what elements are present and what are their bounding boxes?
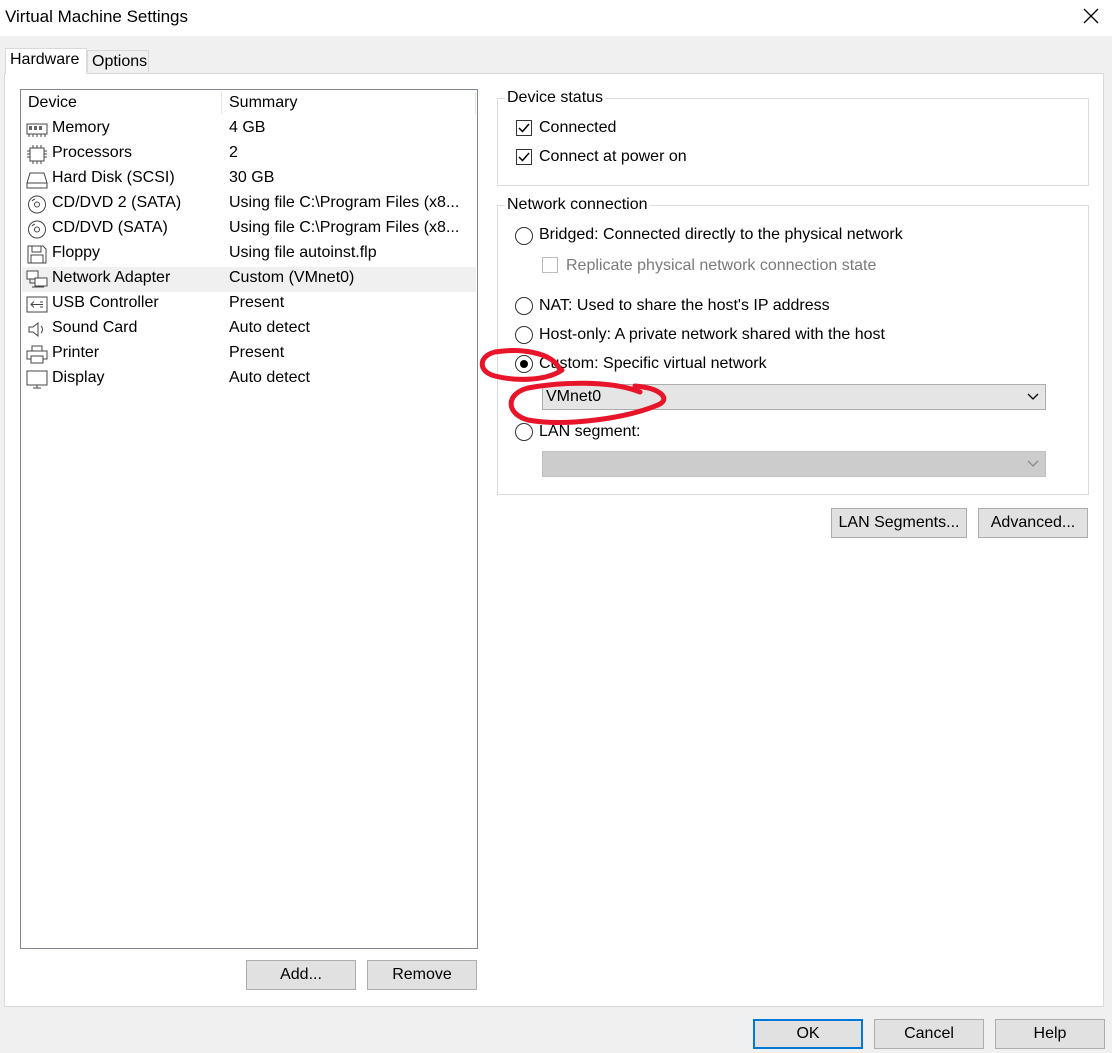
radio-selected-dot	[520, 360, 528, 368]
nat-radio[interactable]	[515, 297, 533, 315]
device-name: Network Adapter	[52, 269, 171, 286]
device-summary: Auto detect	[229, 319, 310, 336]
lan-segment-label: LAN segment:	[539, 423, 641, 440]
device-row-display[interactable]: Display Auto detect	[22, 367, 476, 392]
device-name: CD/DVD (SATA)	[52, 219, 168, 236]
memory-icon	[26, 123, 48, 137]
network-adapter-icon	[26, 270, 48, 288]
ok-button[interactable]: OK	[753, 1019, 863, 1049]
device-name: Hard Disk (SCSI)	[52, 169, 175, 186]
device-name: CD/DVD 2 (SATA)	[52, 194, 182, 211]
device-name: Memory	[52, 119, 110, 136]
device-summary: 30 GB	[229, 169, 275, 186]
connect-at-power-on-label: Connect at power on	[539, 148, 687, 165]
replicate-checkbox[interactable]	[542, 257, 558, 273]
window-title: Virtual Machine Settings	[5, 7, 189, 26]
device-row-cd-dvd[interactable]: CD/DVD (SATA) Using file C:\Program File…	[22, 217, 476, 242]
floppy-icon	[27, 245, 47, 264]
device-list[interactable]: Device Summary Memory 4 GB Processors 2 …	[20, 89, 478, 949]
device-summary: Present	[229, 344, 285, 361]
device-summary: 2	[229, 144, 238, 161]
bridged-label: Bridged: Connected directly to the physi…	[539, 226, 903, 243]
title-bar: Virtual Machine Settings	[0, 0, 1112, 36]
device-summary: Present	[229, 294, 285, 311]
chevron-down-icon	[1027, 393, 1039, 400]
connected-checkbox[interactable]	[516, 120, 532, 136]
checkmark-icon	[518, 152, 530, 162]
device-row-usb-controller[interactable]: USB Controller Present	[22, 292, 476, 317]
lan-segment-select[interactable]	[542, 451, 1046, 477]
device-row-memory[interactable]: Memory 4 GB	[22, 117, 476, 142]
device-row-sound-card[interactable]: Sound Card Auto detect	[22, 317, 476, 342]
usb-icon	[26, 296, 48, 313]
help-button[interactable]: Help	[995, 1019, 1105, 1049]
cd-dvd-icon	[28, 195, 46, 214]
remove-button[interactable]: Remove	[367, 960, 477, 990]
device-status-group: Device status	[497, 89, 1089, 186]
custom-network-value: VMnet0	[546, 388, 602, 405]
device-name: Floppy	[52, 244, 101, 261]
custom-label: Custom: Specific virtual network	[539, 355, 767, 372]
network-connection-legend: Network connection	[507, 196, 648, 213]
connected-label: Connected	[539, 119, 617, 136]
add-button[interactable]: Add...	[246, 960, 356, 990]
processor-icon	[27, 145, 47, 164]
device-name: Sound Card	[52, 319, 138, 336]
device-summary: 4 GB	[229, 119, 266, 136]
nat-label: NAT: Used to share the host's IP address	[539, 297, 830, 314]
device-row-floppy[interactable]: Floppy Using file autoinst.flp	[22, 242, 476, 267]
column-divider[interactable]	[475, 92, 476, 114]
device-name: USB Controller	[52, 294, 159, 311]
cd-dvd-icon	[28, 220, 46, 239]
connect-at-power-on-checkbox[interactable]	[516, 149, 532, 165]
lan-segments-button[interactable]: LAN Segments...	[831, 508, 967, 538]
device-summary: Auto detect	[229, 369, 310, 386]
column-header-device[interactable]: Device	[28, 94, 77, 112]
checkmark-icon	[518, 123, 530, 133]
device-name: Printer	[52, 344, 100, 361]
column-divider[interactable]	[221, 92, 222, 114]
hard-disk-icon	[26, 172, 48, 189]
device-row-hard-disk[interactable]: Hard Disk (SCSI) 30 GB	[22, 167, 476, 192]
tab-options[interactable]: Options	[87, 50, 149, 72]
lan-segment-radio[interactable]	[515, 423, 533, 441]
bridged-radio[interactable]	[515, 227, 533, 245]
custom-network-select[interactable]: VMnet0	[542, 384, 1046, 410]
chevron-down-icon	[1027, 460, 1039, 467]
advanced-button[interactable]: Advanced...	[978, 508, 1088, 538]
device-status-legend: Device status	[507, 89, 604, 106]
host-only-label: Host-only: A private network shared with…	[539, 326, 885, 343]
printer-icon	[26, 345, 48, 364]
custom-radio[interactable]	[515, 355, 533, 373]
column-header-summary[interactable]: Summary	[229, 94, 297, 112]
display-icon	[26, 370, 48, 389]
close-button[interactable]	[1076, 0, 1106, 34]
device-name: Processors	[52, 144, 133, 161]
replicate-label: Replicate physical network connection st…	[566, 257, 877, 274]
device-row-processors[interactable]: Processors 2	[22, 142, 476, 167]
cancel-button[interactable]: Cancel	[874, 1019, 984, 1049]
tab-hardware[interactable]: Hardware	[5, 48, 87, 74]
device-name: Display	[52, 369, 105, 386]
device-summary: Using file autoinst.flp	[229, 244, 377, 261]
close-icon	[1083, 8, 1099, 24]
device-summary: Using file C:\Program Files (x8...	[229, 219, 460, 236]
device-row-printer[interactable]: Printer Present	[22, 342, 476, 367]
device-summary: Using file C:\Program Files (x8...	[229, 194, 460, 211]
device-row-network-adapter[interactable]: Network Adapter Custom (VMnet0)	[22, 267, 476, 292]
sound-card-icon	[28, 321, 43, 338]
device-row-cd-dvd-2[interactable]: CD/DVD 2 (SATA) Using file C:\Program Fi…	[22, 192, 476, 217]
device-summary: Custom (VMnet0)	[229, 269, 355, 286]
host-only-radio[interactable]	[515, 326, 533, 344]
